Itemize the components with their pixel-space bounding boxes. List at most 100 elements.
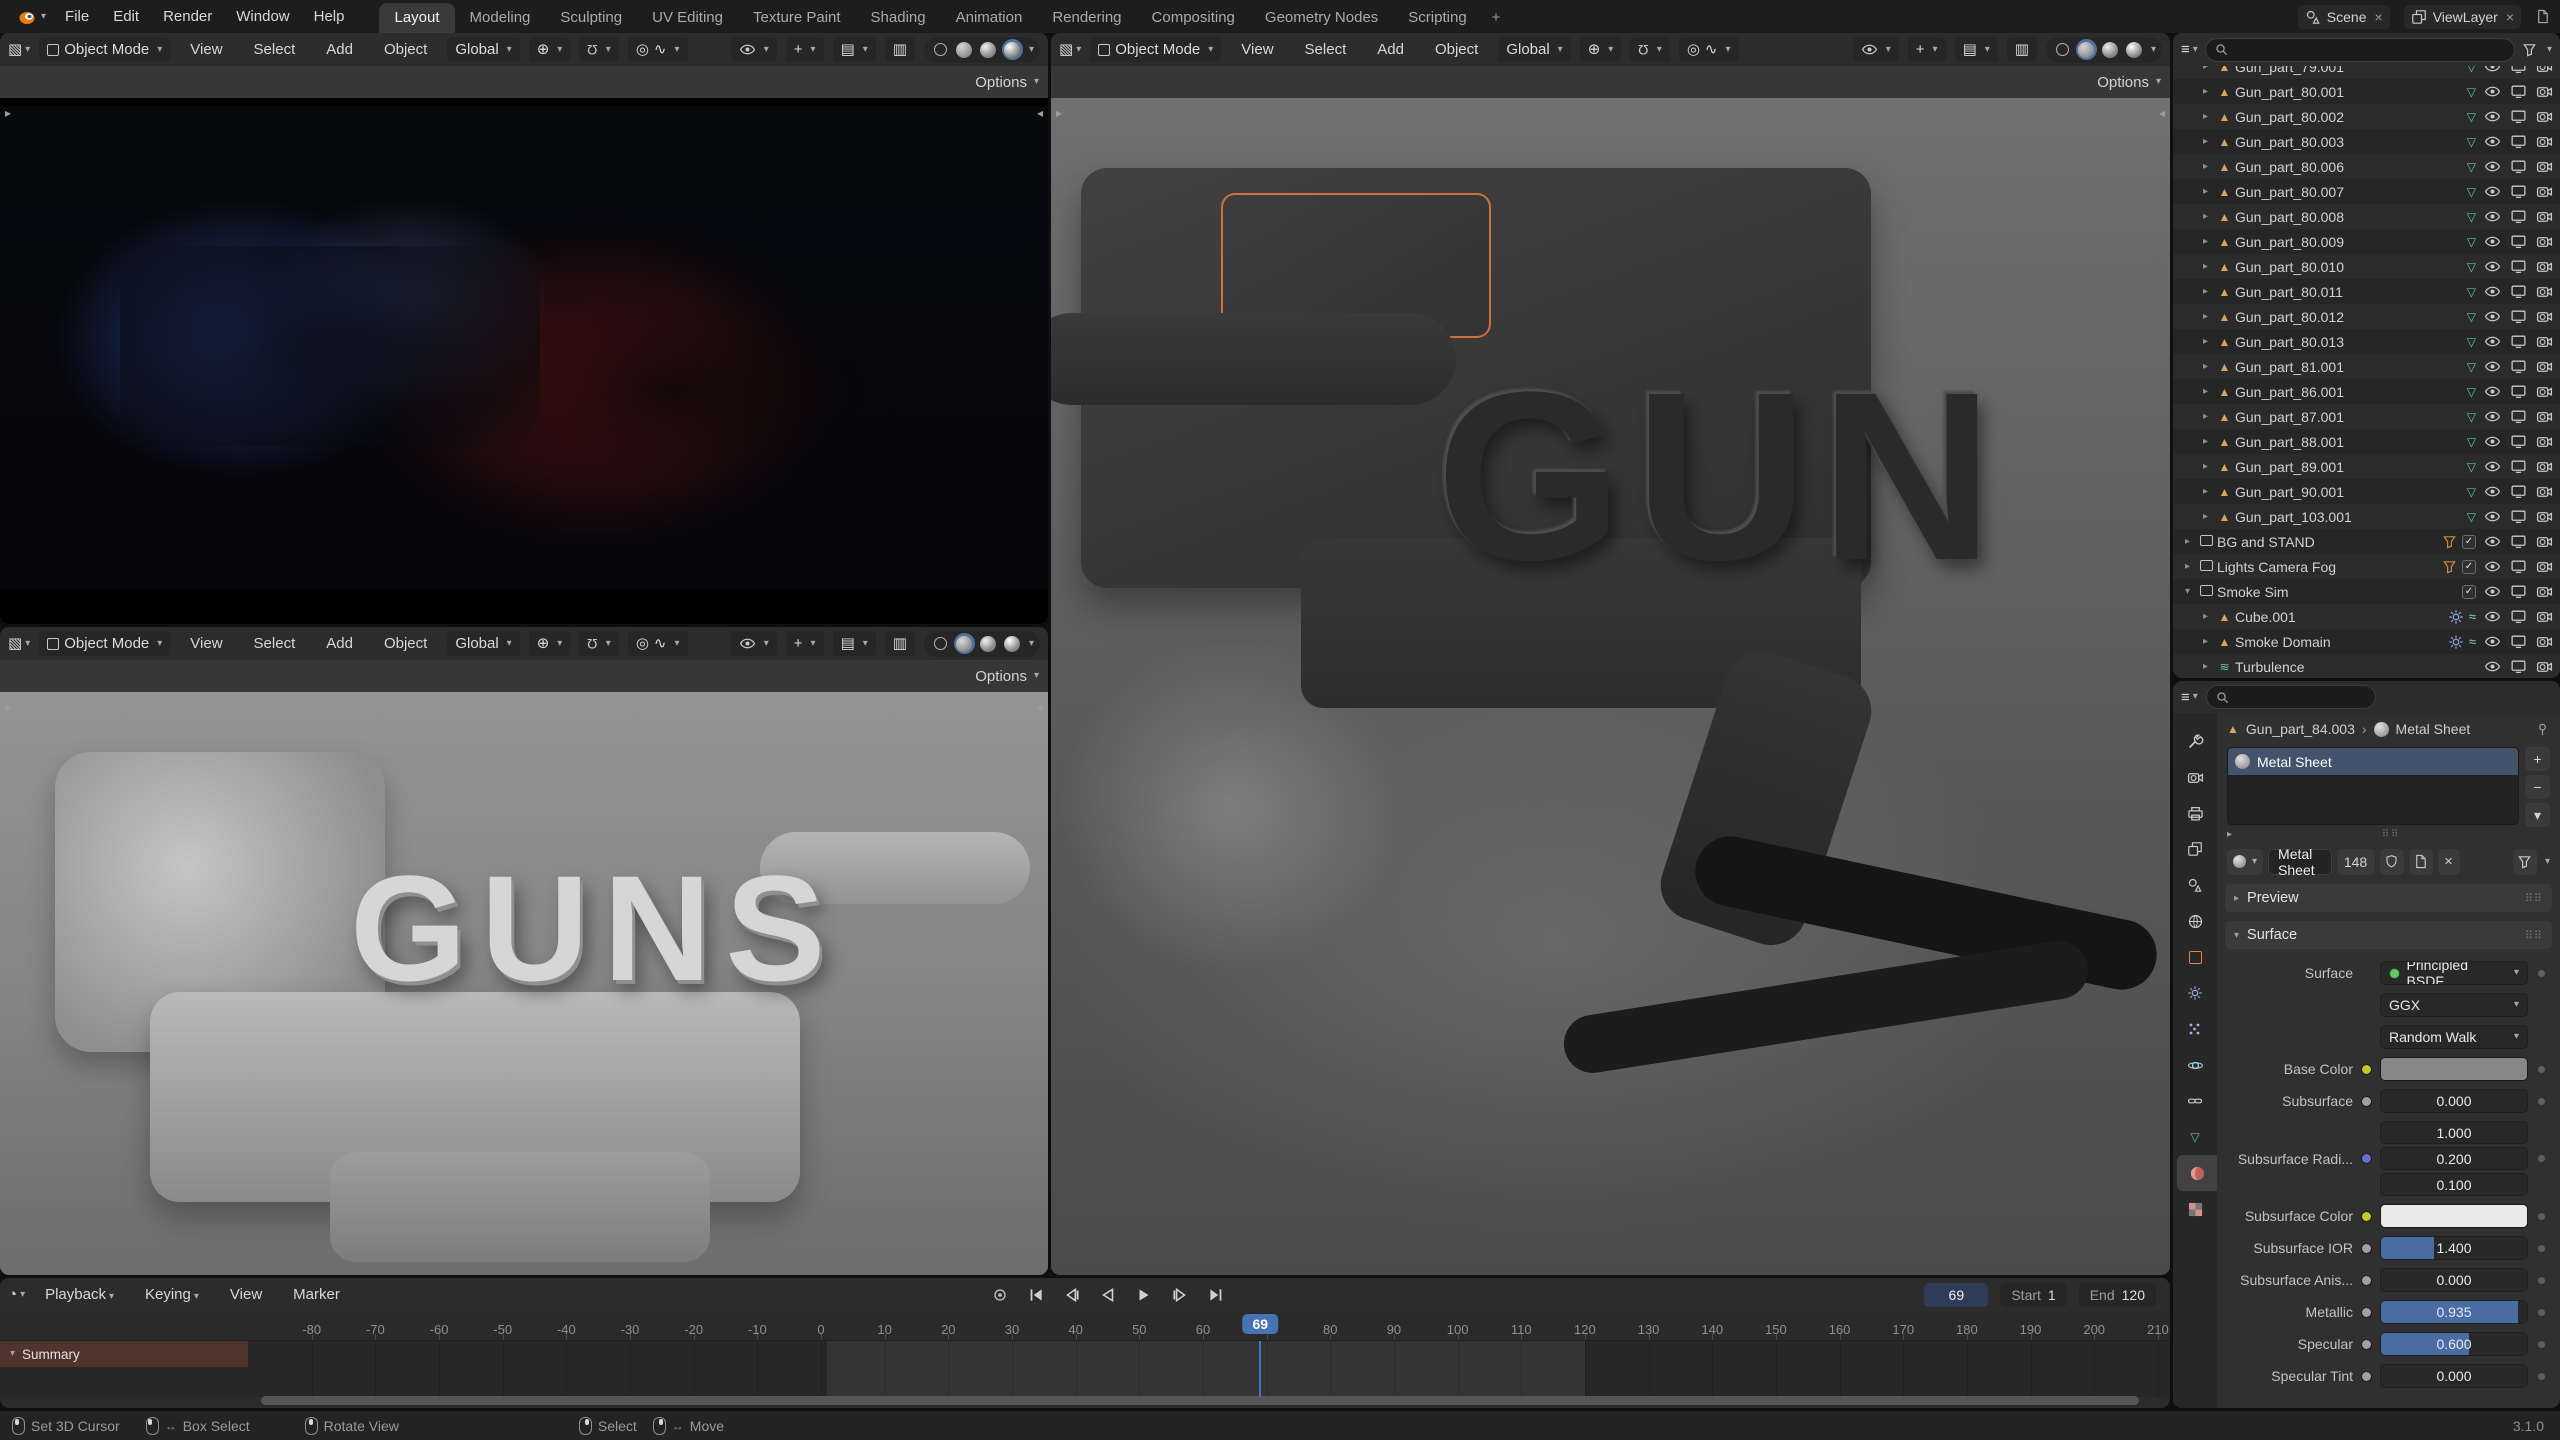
properties-editor-type-button[interactable]: ≡▾ [2181,690,2198,705]
outliner-item-name[interactable]: Smoke Sim [2217,584,2430,600]
outliner-row[interactable]: ▸▲Gun_part_80.007▽ [2173,179,2560,204]
disable-in-viewports-icon[interactable] [2510,508,2527,525]
menu-object[interactable]: Object [373,37,438,62]
hide-in-viewport-eye-icon[interactable] [2484,258,2501,275]
sidebar-expand-icon[interactable]: ◂ [1037,106,1043,120]
hide-in-viewport-eye-icon[interactable] [2484,508,2501,525]
outliner-row[interactable]: ▸▲Gun_part_81.001▽ [2173,354,2560,379]
viewport-rendered-canvas[interactable]: ▸ ◂ [0,98,1048,624]
menu-keying[interactable]: Keying▾ [134,1282,210,1307]
blender-logo-icon[interactable]: ▾ [10,6,52,28]
disable-in-viewports-icon[interactable] [2510,208,2527,225]
outliner-item-name[interactable]: Gun_part_80.013 [2235,334,2430,350]
menu-add[interactable]: Add [315,631,364,656]
disable-in-renders-camera-icon[interactable] [2536,183,2553,200]
disable-in-renders-camera-icon[interactable] [2536,408,2553,425]
filter-icon[interactable] [2513,849,2537,875]
timeline-ruler[interactable]: -80-70-60-50-40-30-20-100102030405060708… [0,1311,2170,1341]
decorator-dot-icon[interactable] [2538,1213,2545,1220]
menu-object[interactable]: Object [373,631,438,656]
disable-in-viewports-icon[interactable] [2510,258,2527,275]
disable-in-renders-camera-icon[interactable] [2536,508,2553,525]
decorator-dot-icon[interactable] [2538,1245,2545,1252]
hide-in-viewport-eye-icon[interactable] [2484,133,2501,150]
outliner-item-name[interactable]: Gun_part_80.002 [2235,109,2430,125]
workspace-tab-shading[interactable]: Shading [856,3,941,33]
menu-marker[interactable]: Marker [282,1282,351,1307]
hide-in-viewport-eye-icon[interactable] [2484,458,2501,475]
menu-select[interactable]: Select [243,37,307,62]
view-layer-selector[interactable]: ViewLayer× [2404,5,2521,29]
properties-tab-output[interactable] [2173,795,2217,831]
outliner-row[interactable]: ▸▲Gun_part_80.011▽ [2173,279,2560,304]
outliner-row[interactable]: ▸▲Cube.001≈ [2173,604,2560,629]
current-frame-indicator[interactable]: 69 [1242,1314,1278,1334]
menu-select[interactable]: Select [243,631,307,656]
hide-in-viewport-eye-icon[interactable] [2484,83,2501,100]
hide-in-viewport-eye-icon[interactable] [2484,183,2501,200]
proportional-editing-button[interactable]: ◎∿▾ [628,37,688,62]
hide-in-viewport-eye-icon[interactable] [2484,583,2501,600]
hide-in-viewport-eye-icon[interactable] [2484,283,2501,300]
disable-in-viewports-icon[interactable] [2510,183,2527,200]
orientation-selector[interactable]: Global▾ [1498,37,1570,62]
filter-icon[interactable] [2522,42,2537,57]
menu-view[interactable]: View [1230,37,1284,62]
value-slider[interactable]: 0.935 [2380,1300,2528,1324]
include-collection-checkbox[interactable]: ✓ [2462,585,2476,599]
disable-in-viewports-icon[interactable] [2510,458,2527,475]
sidebar-expand-icon[interactable]: ◂ [1037,700,1043,714]
toolbar-expand-icon[interactable]: ▸ [5,106,11,120]
disable-in-renders-camera-icon[interactable] [2536,308,2553,325]
disable-in-viewports-icon[interactable] [2510,558,2527,575]
outliner-row[interactable]: ▸▲Gun_part_80.003▽ [2173,129,2560,154]
disable-in-renders-camera-icon[interactable] [2536,458,2553,475]
outliner-row[interactable]: ▸▲Gun_part_80.008▽ [2173,204,2560,229]
workspace-tab-compositing[interactable]: Compositing [1137,3,1250,33]
hide-in-viewport-eye-icon[interactable] [2484,383,2501,400]
menu-select[interactable]: Select [1294,37,1358,62]
disable-in-viewports-icon[interactable] [2510,283,2527,300]
material-slot-list[interactable]: Metal Sheet [2227,747,2519,825]
outliner-row[interactable]: ▸Lights Camera Fog✓ [2173,554,2560,579]
disable-in-renders-camera-icon[interactable] [2536,633,2553,650]
surface-shader-dropdown[interactable]: Principled BSDF▾ [2380,961,2528,985]
shading-wireframe-icon[interactable] [2052,39,2073,60]
shading-wireframe-icon[interactable] [930,39,951,60]
workspace-tab-sculpting[interactable]: Sculpting [545,3,637,33]
snap-button[interactable]: Ω▾ [579,631,619,656]
properties-tab-world[interactable] [2173,903,2217,939]
viewport-editor-type-button[interactable]: ▧▾ [8,636,30,651]
browse-material-button[interactable]: ▾ [2227,849,2263,875]
timeline-tracks[interactable]: ▾Summary [0,1341,2170,1397]
disable-in-renders-camera-icon[interactable] [2536,83,2553,100]
outliner-item-name[interactable]: BG and STAND [2217,534,2430,550]
outliner-row[interactable]: ▸▲Smoke Domain≈ [2173,629,2560,654]
pivot-point-button[interactable]: ⊕▾ [1580,37,1622,62]
properties-tab-tool[interactable] [2173,723,2217,759]
value-slider[interactable]: 0.000 [2380,1364,2528,1388]
mode-selector[interactable]: Object Mode▾ [39,37,170,62]
hide-in-viewport-eye-icon[interactable] [2484,533,2501,550]
toolbar-expand-icon[interactable]: ▸ [5,700,11,714]
disable-in-renders-camera-icon[interactable] [2536,358,2553,375]
disable-in-viewports-icon[interactable] [2510,308,2527,325]
disable-in-viewports-icon[interactable] [2510,658,2527,675]
value-slider[interactable]: 0.000 [2380,1089,2528,1113]
overlays-button[interactable]: ▤▾ [833,37,876,62]
disable-in-viewports-icon[interactable] [2510,408,2527,425]
material-users-count[interactable]: 148 [2337,849,2375,875]
menu-file[interactable]: File [54,4,100,29]
outliner-row[interactable]: ▸▲Gun_part_80.010▽ [2173,254,2560,279]
outliner-row[interactable]: ▸≋Turbulence [2173,654,2560,678]
fake-user-shield-icon[interactable] [2380,849,2404,875]
menu-window[interactable]: Window [225,4,300,29]
shading-material-preview-icon[interactable] [978,633,999,654]
options-dropdown[interactable]: Options▾ [975,668,1039,685]
outliner-item-name[interactable]: Gun_part_90.001 [2235,484,2430,500]
hide-in-viewport-eye-icon[interactable] [2484,558,2501,575]
menu-add[interactable]: Add [1366,37,1415,62]
disable-in-renders-camera-icon[interactable] [2536,133,2553,150]
outliner-item-name[interactable]: Gun_part_80.008 [2235,209,2430,225]
color-swatch[interactable] [2380,1057,2528,1081]
